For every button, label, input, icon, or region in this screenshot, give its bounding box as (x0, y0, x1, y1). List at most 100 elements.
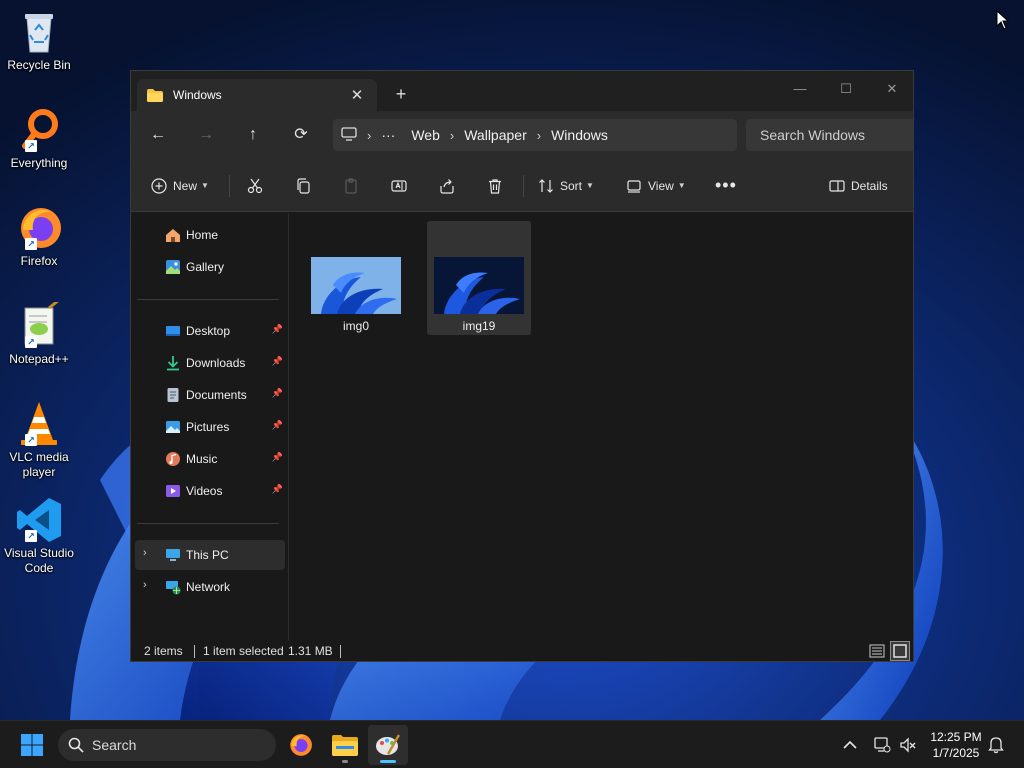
scissors-icon (247, 178, 263, 193)
cut-button[interactable] (247, 159, 263, 212)
firefox-icon: ↗ (15, 204, 63, 252)
start-button[interactable] (12, 725, 52, 765)
desktop-icon-vscode[interactable]: ↗ Visual Studio Code (2, 496, 76, 576)
shortcut-arrow-icon: ↗ (25, 238, 37, 250)
refresh-icon[interactable]: ⟳ (288, 123, 314, 147)
chevron-right-icon[interactable]: › (448, 128, 456, 143)
desktop-icon-notepadpp[interactable]: ↗ Notepad++ (2, 298, 76, 367)
nav-item-documents[interactable]: Documents 📌 (135, 380, 285, 410)
paste-button[interactable] (343, 159, 359, 212)
folder-icon (147, 88, 163, 102)
tab-title: Windows (173, 88, 222, 102)
details-view-icon[interactable] (867, 641, 887, 661)
pin-icon[interactable]: 📌 (272, 356, 283, 367)
status-divider (194, 645, 195, 658)
running-indicator (342, 760, 348, 763)
large-icons-view-icon[interactable] (890, 641, 910, 661)
gallery-icon (166, 260, 180, 274)
desktop-icon-label: Everything (10, 156, 68, 170)
pin-icon[interactable]: 📌 (272, 452, 283, 463)
notifications-button[interactable] (976, 725, 1016, 765)
up-arrow-icon[interactable]: ↑ (240, 123, 266, 147)
nav-item-label: Documents (186, 388, 247, 402)
pin-icon[interactable]: 📌 (272, 484, 283, 495)
forward-arrow-icon[interactable]: → (193, 123, 219, 147)
title-bar: Windows ✕ + — ☐ ✕ (131, 71, 913, 111)
delete-button[interactable] (487, 159, 503, 212)
desktop-icon-label: VLC media player (9, 450, 69, 479)
search-input[interactable]: Search Windows (746, 119, 913, 151)
rename-button[interactable] (391, 159, 407, 212)
nav-item-label: Music (186, 452, 218, 466)
nav-item-this-pc[interactable]: › This PC (135, 540, 285, 570)
shortcut-arrow-icon: ↗ (25, 434, 37, 446)
share-icon (440, 178, 454, 194)
taskbar-app-firefox[interactable] (280, 725, 320, 765)
videos-icon (166, 485, 180, 497)
nav-item-label: Desktop (186, 324, 231, 338)
back-arrow-icon[interactable]: ← (145, 123, 171, 147)
toolbar-divider (229, 175, 230, 197)
monitor-icon[interactable] (333, 126, 365, 144)
details-pane-icon (829, 179, 845, 192)
minimize-button[interactable]: — (777, 75, 823, 103)
desktop-icon-vlc[interactable]: ↗ VLC media player (2, 400, 76, 480)
nav-item-home[interactable]: Home (135, 220, 285, 250)
nav-item-videos[interactable]: Videos 📌 (135, 476, 285, 506)
vlc-cone-icon: ↗ (15, 400, 63, 448)
close-window-button[interactable]: ✕ (869, 75, 913, 103)
chevron-right-icon[interactable]: › (535, 128, 543, 143)
taskbar-search-box[interactable]: Search (58, 729, 276, 761)
taskbar-app-paint[interactable] (368, 725, 408, 765)
more-options-icon[interactable]: ••• (715, 159, 737, 212)
breadcrumb-wallpaper[interactable]: Wallpaper (456, 127, 535, 143)
desktop-icon-everything[interactable]: ↗ Everything (2, 106, 76, 171)
more-locations-icon[interactable]: ··· (373, 127, 403, 143)
new-button[interactable]: New ▼ (151, 159, 209, 212)
maximize-button[interactable]: ☐ (823, 75, 869, 103)
nav-item-network[interactable]: › Network (135, 572, 285, 602)
file-item-img19[interactable]: img19 (427, 221, 531, 335)
new-tab-button[interactable]: + (389, 83, 413, 107)
chevron-right-icon[interactable]: › (365, 128, 373, 143)
chevron-up-icon (843, 740, 857, 749)
desktop-icon-label: Recycle Bin (7, 58, 71, 72)
nav-item-downloads[interactable]: Downloads 📌 (135, 348, 285, 378)
breadcrumb-web[interactable]: Web (403, 127, 448, 143)
close-tab-icon[interactable]: ✕ (347, 86, 367, 104)
nav-item-label: Pictures (186, 420, 230, 434)
paste-icon (345, 177, 357, 194)
pin-icon[interactable]: 📌 (272, 324, 283, 335)
share-button[interactable] (439, 159, 455, 212)
selection-size: 1.31 MB (288, 644, 333, 658)
sort-button[interactable]: Sort ▼ (538, 159, 594, 212)
volume-button[interactable] (888, 725, 928, 765)
copy-button[interactable] (295, 159, 311, 212)
desktop-icon-firefox[interactable]: ↗ Firefox (2, 204, 76, 269)
details-pane-button[interactable]: Details (829, 159, 888, 212)
selection-count: 1 item selected (203, 644, 284, 658)
pin-icon[interactable]: 📌 (272, 420, 283, 431)
desktop-icon-recycle-bin[interactable]: Recycle Bin (2, 8, 76, 73)
chevron-right-icon[interactable]: › (143, 547, 147, 559)
tab-windows[interactable]: Windows ✕ (137, 79, 377, 111)
taskbar-app-file-explorer[interactable] (325, 725, 365, 765)
breadcrumb-windows[interactable]: Windows (543, 127, 616, 143)
file-item-img0[interactable]: img0 (304, 221, 408, 335)
file-explorer-icon (332, 735, 358, 756)
nav-item-desktop[interactable]: Desktop 📌 (135, 316, 285, 346)
download-icon (167, 356, 179, 371)
pin-icon[interactable]: 📌 (272, 388, 283, 399)
breadcrumb[interactable]: › ··· Web › Wallpaper › Windows (333, 119, 737, 151)
mouse-cursor-icon (996, 10, 1010, 30)
file-name: img0 (342, 319, 369, 333)
address-bar-area: ← → ↑ ⟳ › ··· Web › Wallpaper › Windows … (131, 111, 913, 159)
nav-item-gallery[interactable]: Gallery (135, 252, 285, 282)
file-list-area: img0 img19 (290, 213, 913, 641)
nav-item-music[interactable]: Music 📌 (135, 444, 285, 474)
home-icon (166, 229, 180, 242)
nav-item-pictures[interactable]: Pictures 📌 (135, 412, 285, 442)
view-button[interactable]: View ▼ (626, 159, 686, 212)
desktop-icon-label: Notepad++ (9, 352, 69, 366)
chevron-right-icon[interactable]: › (143, 579, 147, 591)
